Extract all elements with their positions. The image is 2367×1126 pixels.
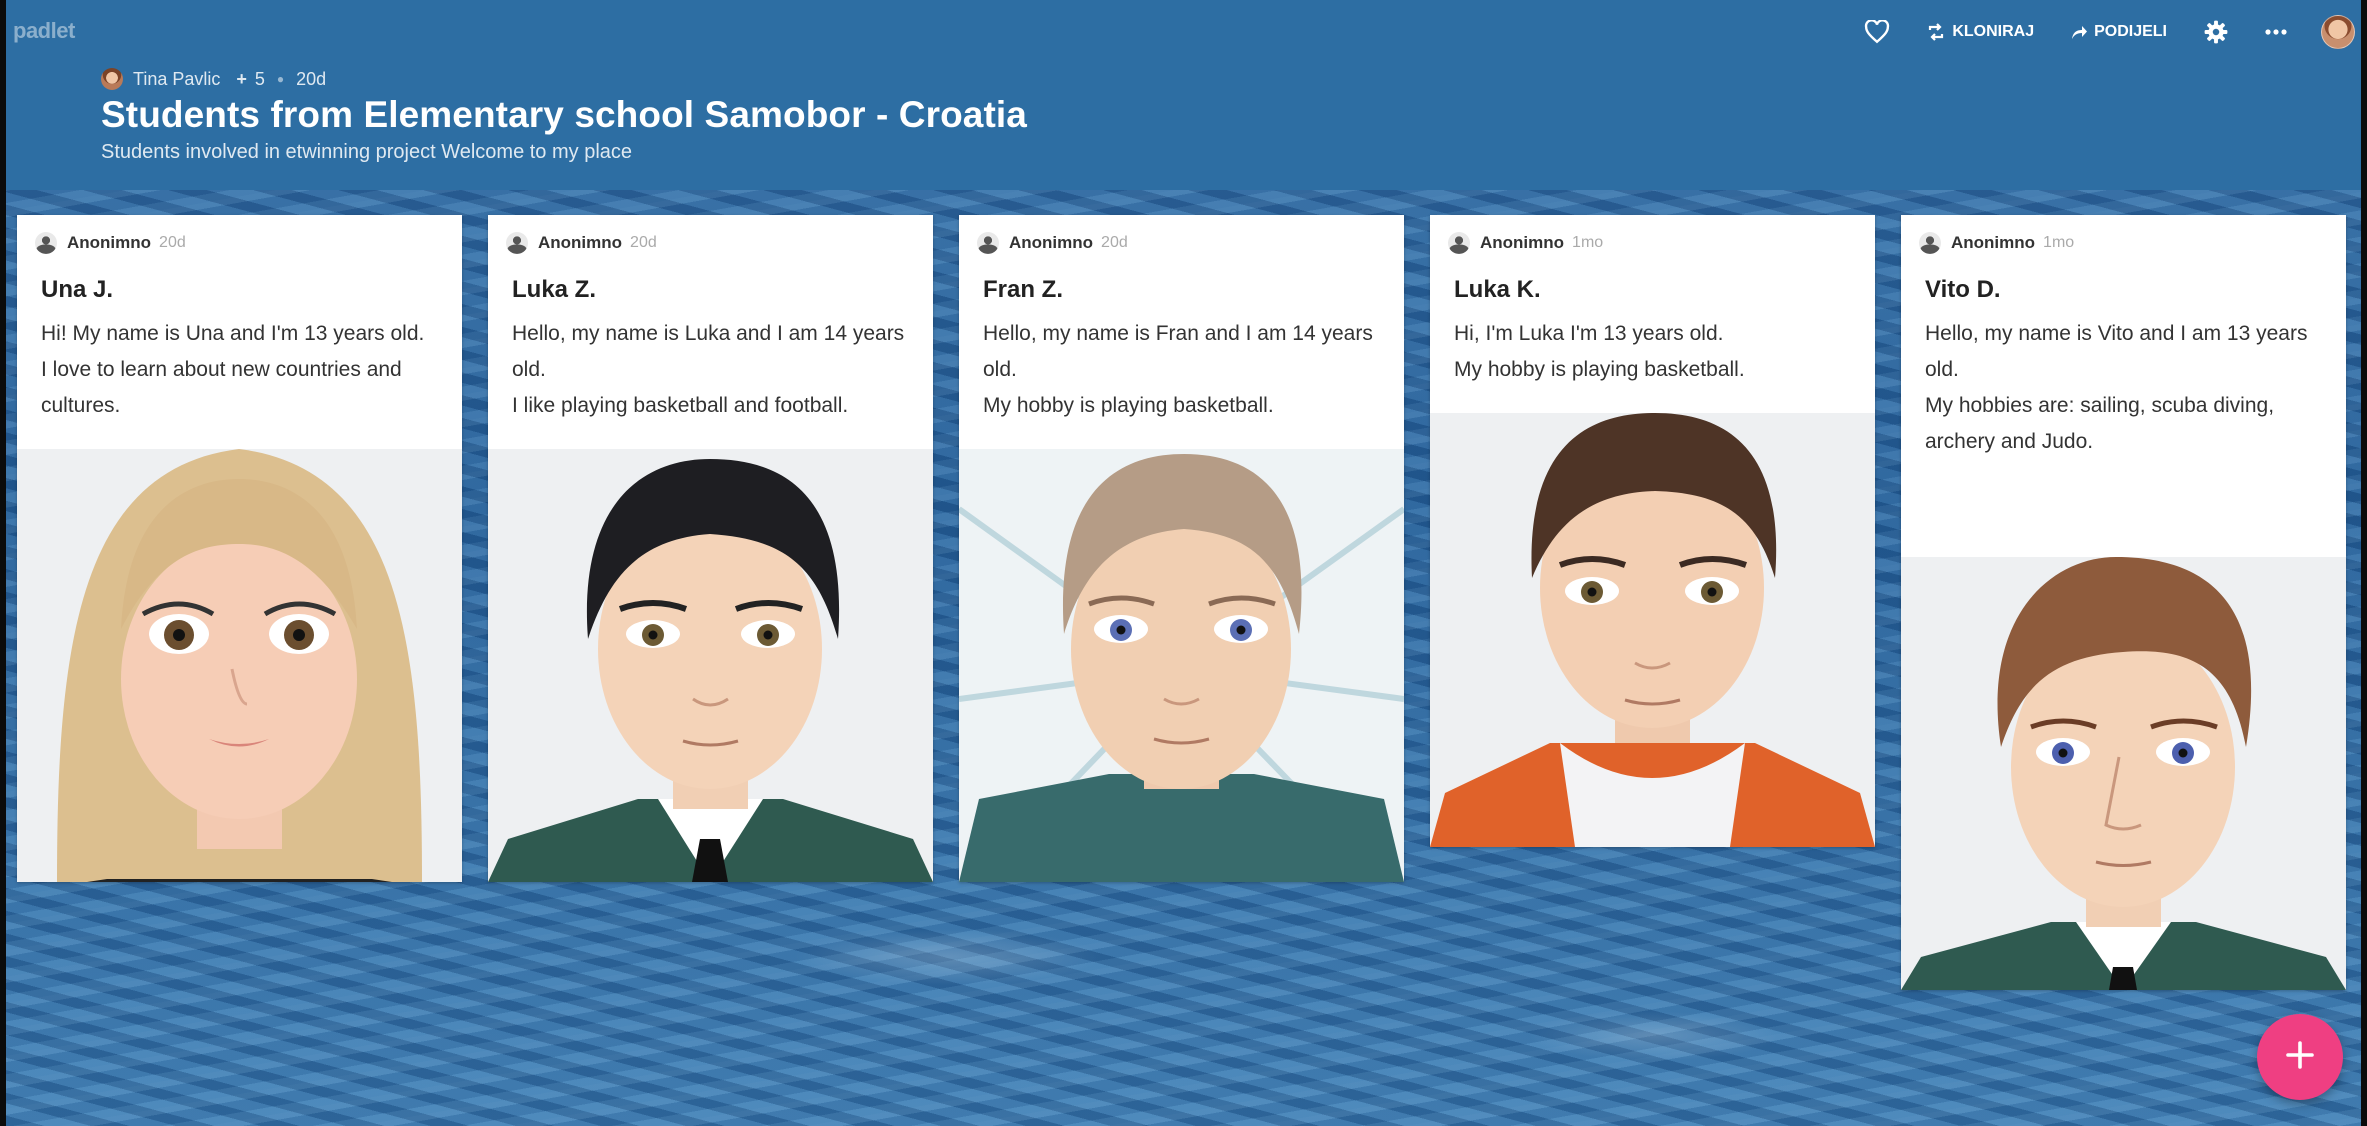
board-meta: Tina Pavlic + 5 ● 20d: [101, 68, 326, 90]
post-title: Una J.: [41, 276, 114, 303]
post-image[interactable]: [1901, 557, 2346, 990]
settings-button[interactable]: [2203, 19, 2229, 45]
post-body: Hi! My name is Una and I'm 13 years old.…: [41, 322, 425, 417]
more-icon: [2265, 28, 2287, 36]
more-button[interactable]: [2265, 28, 2287, 36]
author-avatar: [101, 68, 123, 90]
post-body: Hi, I'm Luka I'm 13 years old. My hobby …: [1454, 322, 1745, 381]
clone-label: KLONIRAJ: [1952, 23, 2035, 40]
post-card[interactable]: Anonimno 20d Fran Z. Hello, my name is F…: [959, 215, 1404, 882]
post-time: 1mo: [1572, 234, 1604, 251]
separator-dot: ●: [276, 72, 285, 86]
topbar-actions: KLONIRAJ PODIJELI: [1828, 12, 2361, 52]
post-card[interactable]: Anonimno 1mo Luka K. Hi, I'm Luka I'm 13…: [1430, 215, 1875, 847]
gear-icon: [2203, 19, 2229, 45]
post-time: 1mo: [2043, 234, 2075, 251]
post-image[interactable]: [959, 449, 1404, 882]
board-title: Students from Elementary school Samobor …: [101, 94, 1027, 135]
post-author: Anonimno: [1951, 233, 2036, 252]
board-age: 20d: [296, 68, 327, 89]
anonymous-avatar: [1919, 232, 1941, 254]
post-title: Luka Z.: [512, 276, 597, 303]
post-title: Luka K.: [1454, 276, 1541, 303]
post-title: Fran Z.: [983, 276, 1064, 303]
heart-icon: [1864, 20, 1890, 44]
post-time: 20d: [159, 234, 186, 251]
post-author: Anonimno: [1480, 233, 1565, 252]
board-author[interactable]: Tina Pavlic: [133, 69, 220, 90]
plus-icon: [2285, 1040, 2315, 1075]
post-card[interactable]: Anonimno 1mo Vito D. Hello, my name is V…: [1901, 215, 2346, 990]
post-image[interactable]: [488, 449, 933, 882]
anonymous-avatar: [977, 232, 999, 254]
anonymous-avatar: [1448, 232, 1470, 254]
board-subtitle: Students involved in etwinning project W…: [101, 141, 633, 163]
post-author: Anonimno: [1009, 233, 1094, 252]
padlet-board: padlet KLONIRAJ PODIJELI Tina Pavlic + 5…: [6, 0, 2361, 1126]
anonymous-avatar: [506, 232, 528, 254]
share-button[interactable]: PODIJELI: [2070, 23, 2167, 41]
clone-icon: [1926, 22, 1946, 42]
post-time: 20d: [1101, 234, 1128, 251]
collaborators-count[interactable]: 5: [255, 69, 265, 90]
add-post-button[interactable]: [2257, 1014, 2343, 1100]
user-avatar[interactable]: [2321, 15, 2355, 49]
share-icon: [2070, 23, 2088, 41]
post-body: Hello, my name is Fran and I am 14 years…: [983, 322, 1373, 417]
post-image[interactable]: [17, 449, 462, 882]
anonymous-avatar: [35, 232, 57, 254]
clone-button[interactable]: KLONIRAJ: [1926, 22, 2034, 42]
collaborators-plus: +: [236, 68, 247, 89]
post-body: Hello, my name is Luka and I am 14 years…: [512, 322, 905, 417]
board-header: padlet KLONIRAJ PODIJELI Tina Pavlic + 5…: [6, 0, 2361, 190]
post-author: Anonimno: [67, 233, 152, 252]
like-button[interactable]: [1864, 20, 1890, 44]
post-time: 20d: [630, 234, 657, 251]
post-author: Anonimno: [538, 233, 623, 252]
padlet-logo[interactable]: padlet: [13, 18, 75, 44]
post-image[interactable]: [1430, 413, 1875, 847]
post-title: Vito D.: [1925, 276, 2001, 303]
post-body: Hello, my name is Vito and I am 13 years…: [1925, 322, 2308, 453]
post-card[interactable]: Anonimno 20d Luka Z. Hello, my name is L…: [488, 215, 933, 882]
post-card[interactable]: Anonimno 20d Una J. Hi! My name is Una a…: [17, 215, 462, 882]
share-label: PODIJELI: [2094, 23, 2167, 40]
